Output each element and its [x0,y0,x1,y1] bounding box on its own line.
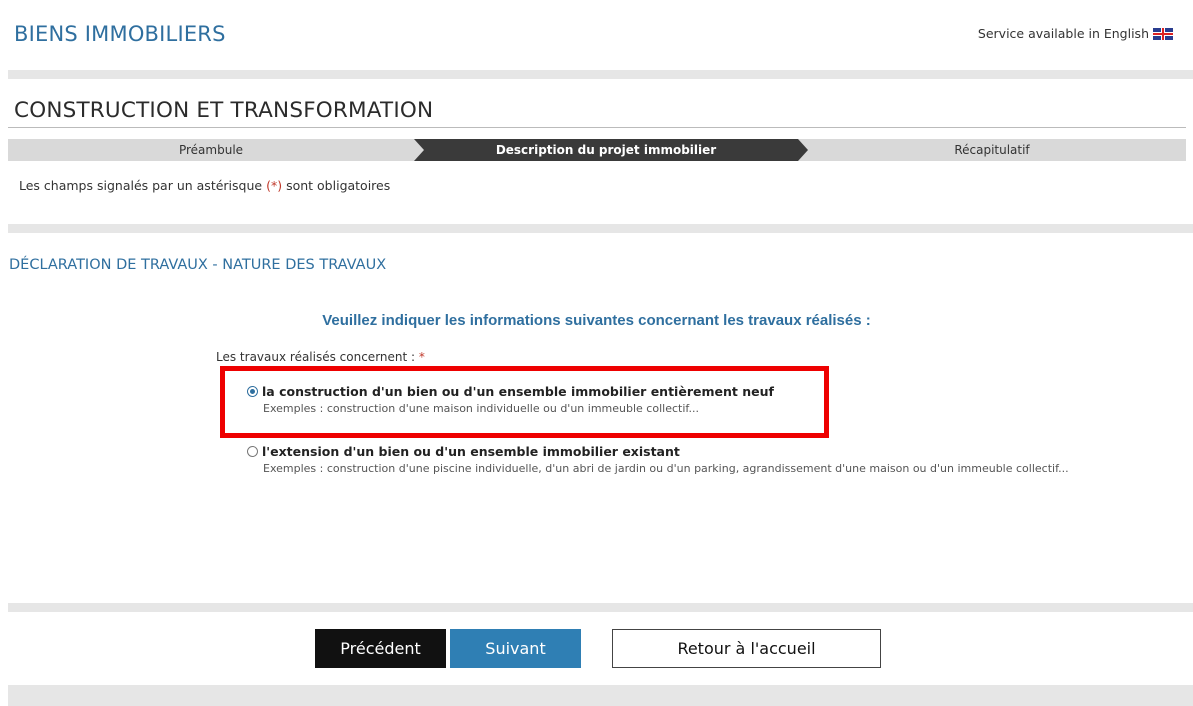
step-label: Préambule [178,143,244,157]
highlight-box [220,366,829,438]
question-text: Veuillez indiquer les informations suiva… [322,312,871,329]
question-heading: Veuillez indiquer les informations suiva… [0,312,1193,329]
footer-bar [8,685,1193,706]
step-description-projet: Description du projet immobilier [414,139,798,161]
section-divider [8,224,1193,233]
required-note-text-end: sont obligatoires [286,178,391,193]
title-underline [8,127,1186,128]
option-example: Exemples : construction d'une piscine in… [263,462,1069,475]
next-button[interactable]: Suivant [450,629,581,668]
section-title: DÉCLARATION DE TRAVAUX - NATURE DES TRAV… [9,257,387,273]
step-arrow [798,139,808,161]
required-note-text: Les champs signalés par un astérisque [19,178,263,193]
english-language-link[interactable]: Service available in English [978,26,1173,41]
field-label-text: Les travaux réalisés concernent : [216,350,416,364]
header: BIENS IMMOBILIERS Service available in E… [0,0,1193,70]
page-title: CONSTRUCTION ET TRANSFORMATION [14,98,434,123]
previous-button[interactable]: Précédent [315,629,446,668]
step-arrow [414,139,424,161]
required-fields-note: Les champs signalés par un astérisque (*… [19,178,390,193]
step-preambule: Préambule [8,139,414,161]
brand-title: BIENS IMMOBILIERS [14,22,226,46]
field-label: Les travaux réalisés concernent : * [216,350,425,364]
footer-divider [8,603,1193,612]
radio-extension-existant[interactable] [247,446,258,457]
step-label: Description du projet immobilier [495,143,717,157]
option-extension-existant[interactable]: l'extension d'un bien ou d'un ensemble i… [247,444,1069,475]
progress-steps: Préambule Description du projet immobili… [8,139,1186,161]
navigation-buttons: Précédent Suivant Retour à l'accueil [0,629,1193,669]
english-language-label: Service available in English [977,26,1149,41]
uk-flag-icon [1153,27,1173,40]
step-recapitulatif: Récapitulatif [798,139,1186,161]
required-asterisk: * [418,350,425,364]
required-note-asterisk: (*) [266,178,283,193]
header-divider [8,70,1193,79]
option-label[interactable]: l'extension d'un bien ou d'un ensemble i… [262,444,680,459]
step-label: Récapitulatif [954,143,1030,157]
home-button[interactable]: Retour à l'accueil [612,629,881,668]
